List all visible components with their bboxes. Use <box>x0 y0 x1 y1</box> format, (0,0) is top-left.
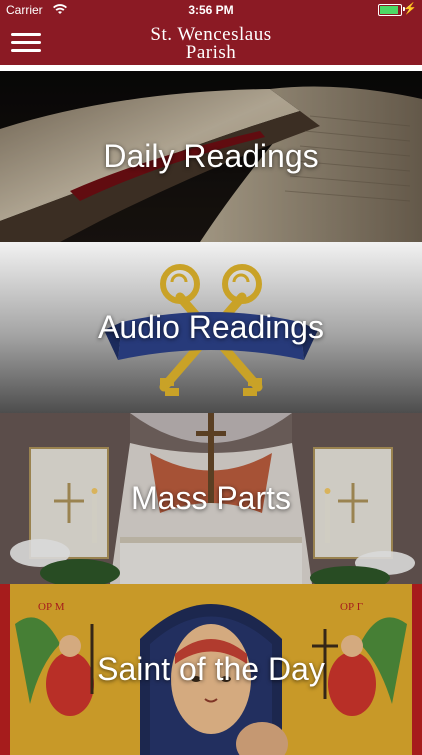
audio-readings-tile[interactable]: Audio Readings <box>0 242 422 413</box>
battery-icon <box>378 4 402 16</box>
daily-readings-tile[interactable]: Daily Readings <box>0 71 422 242</box>
header-bar: St. Wenceslaus Parish <box>0 20 422 65</box>
mass-parts-label: Mass Parts <box>130 480 292 516</box>
clock: 3:56 PM <box>188 3 234 17</box>
mass-parts-tile[interactable]: Mass Parts <box>0 413 422 584</box>
saint-of-the-day-label: Saint of the Day <box>97 651 325 687</box>
app-title-line2: Parish <box>185 42 237 63</box>
saint-of-the-day-tile[interactable]: ΟΡ Μ ΟΡ Γ Saint of the Day <box>0 584 422 755</box>
app-title: St. Wenceslaus Parish <box>80 25 342 63</box>
status-bar: Carrier 3:56 PM ⚡ <box>0 0 422 20</box>
daily-readings-label: Daily Readings <box>103 138 319 174</box>
hamburger-menu-icon[interactable] <box>11 31 41 55</box>
audio-readings-label: Audio Readings <box>98 309 324 345</box>
charging-bolt-icon: ⚡ <box>403 3 417 15</box>
menu-tiles: Daily Readings Audio Readings Mass Parts… <box>0 71 422 755</box>
